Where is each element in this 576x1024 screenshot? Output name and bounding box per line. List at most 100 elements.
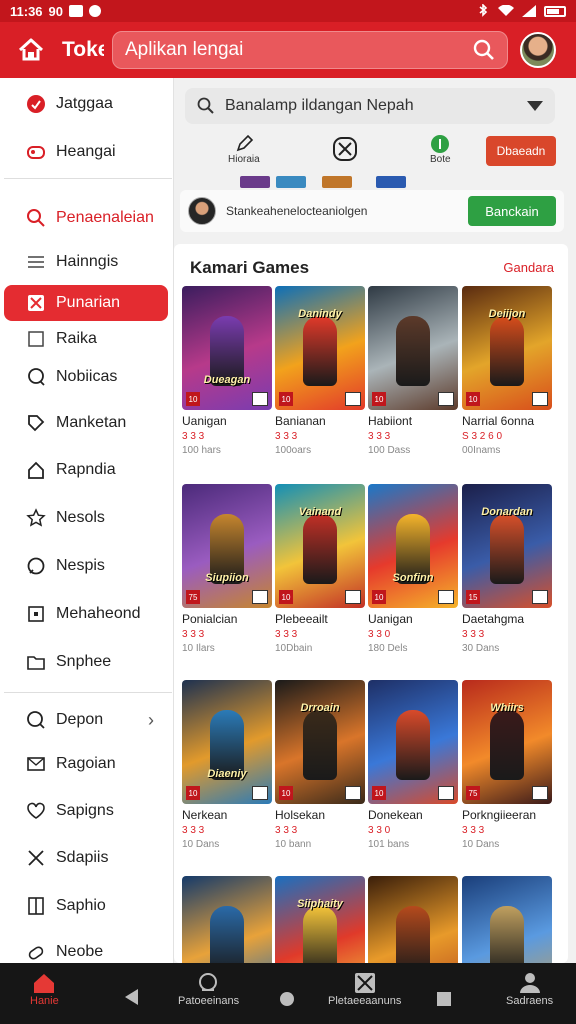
game-card[interactable] [182,876,272,963]
sidebar-item-penaenaleian[interactable]: Penaenaleian [4,200,168,236]
game-name: Narrial 6onna [462,414,535,428]
game-cover-title: Deiijon [488,308,526,320]
notice-button[interactable]: Banckain [468,196,556,226]
sidebar-item-jatggaa[interactable]: Jatggaa [4,86,168,122]
nav-home[interactable]: Hanie [30,971,59,1007]
game-card[interactable]: Danindy 10 Banianan 3 3 3 100oars [275,286,365,456]
sidebar-item-snphee[interactable]: Snphee [4,644,168,680]
game-cover-art: Danindy 10 [275,286,365,410]
home-button[interactable] [14,33,48,67]
main-content: Banalamp ildangan Nepah Hioraia Bote Dba… [174,78,576,963]
games-see-all-link[interactable]: Gandara [503,260,554,275]
game-rating: 3 3 3 [368,431,391,442]
game-rating: S 3 2 6 0 [462,431,503,442]
game-card[interactable]: Sonfinn 10 Uanigan 3 3 0 180 Dels [368,484,458,654]
sidebar-item-label: Snphee [56,653,112,670]
game-rating: 3 3 3 [462,629,485,640]
sidebar-item-sapigns[interactable]: Sapigns [4,793,168,829]
home-icon [18,38,44,61]
sidebar-item-nespis[interactable]: Nespis [4,548,168,584]
puzzle-icon [26,293,46,313]
game-card[interactable]: Vainand 10 Plebeeailt 3 3 3 10Dbain [275,484,365,654]
sidebar-item-heangai[interactable]: Heangai [4,134,168,170]
tool-hioraia[interactable]: Hioraia [228,134,260,165]
nav-profile[interactable]: Sadraens [506,971,553,1007]
game-card[interactable]: Drroain 10 Holsekan 3 3 3 10 bann [275,680,365,850]
game-card[interactable]: Deiijon 10 Narrial 6onna S 3 2 6 0 00Inams [462,286,552,456]
sidebar-item-nobiicas[interactable]: Nobiicas [4,359,168,395]
game-count: 10Dbain [275,643,313,654]
game-rating: 3 3 3 [182,629,205,640]
game-cover-art: 10 [368,286,458,410]
sidebar-item-saphio[interactable]: Saphio [4,888,168,924]
nav-back[interactable] [124,989,140,1005]
game-card[interactable]: Scnan [368,876,458,963]
person-icon [519,973,540,993]
game-character [490,316,524,386]
age-rating-badge: 10 [466,392,480,406]
game-card[interactable]: Diaeniy 10 Nerkean 3 3 3 10 Dans [182,680,272,850]
game-cover-title: Sonfinn [392,572,434,584]
tool-close[interactable] [332,136,358,162]
game-card[interactable] [462,876,552,963]
avatar[interactable] [520,32,556,68]
platform-badge [345,786,361,800]
age-rating-badge: 10 [279,590,293,604]
sidebar-item-label: Rapndia [56,461,116,478]
square-icon [26,329,46,349]
search-icon[interactable] [473,39,495,61]
sidebar-item-manketan[interactable]: Manketan [4,405,168,441]
age-rating-badge: 10 [279,392,293,406]
tag-outline-icon [26,942,46,962]
wifi-icon [498,5,514,16]
close-box-icon [333,137,357,161]
game-card[interactable]: 10 Habiiont 3 3 3 100 Dass [368,286,458,456]
sidebar-item-sdapiis[interactable]: Sdapiis [4,840,168,876]
nav-mail[interactable]: Pletaeeaanuns [328,971,401,1007]
game-cover-art: Whiirs 75 [462,680,552,804]
search-placeholder: Aplikan lengai [125,39,244,60]
game-cover-art: Diaeniy 10 [182,680,272,804]
secondary-search-input[interactable]: Banalamp ildangan Nepah [185,88,555,124]
sidebar-item-label: Manketan [56,414,127,431]
game-cover-art: Siiphaity [275,876,365,963]
notice-text: Stankeahenelocteaniolgen [226,204,368,218]
sidebar-item-hainngis[interactable]: Hainngis [4,244,168,280]
nav-search[interactable]: Patoeeinans [178,971,239,1007]
sidebar-item-ragoian[interactable]: Ragoian [4,746,168,782]
messenger-icon [89,5,102,17]
game-name: Porkngiieeran [462,808,537,822]
recent-icon [437,992,451,1006]
game-count: 101 bans [368,839,410,850]
toolbar: Hioraia Bote Dbaeadn [174,130,576,176]
platform-badge [252,786,268,800]
game-name: Banianan [275,414,326,428]
nav-recent[interactable] [436,991,452,1007]
sidebar-item-mehaheond[interactable]: Mehaheond [4,596,168,632]
platform-badge [252,392,268,406]
tool-bote[interactable]: Bote [430,134,451,165]
game-rating: 3 3 3 [275,431,298,442]
search-icon [197,97,214,114]
game-card[interactable]: Siiphaity [275,876,365,963]
game-cover-title: Dueagan [203,374,251,386]
game-card[interactable]: Siupiion 75 Ponialcian 3 3 3 10 Ilars [182,484,272,654]
sidebar-item-depon[interactable]: Depon › [4,702,168,738]
sidebar-item-raika[interactable]: Raika [4,321,168,357]
action-button[interactable]: Dbaeadn [486,136,556,166]
sidebar-item-rapndia[interactable]: Rapndia [4,452,168,488]
game-cover-title: Drroain [300,702,340,714]
chevron-down-icon[interactable] [527,100,543,112]
sidebar-item-nesols[interactable]: Nesols [4,500,168,536]
game-card[interactable]: 10 Donekean 3 3 0 101 bans [368,680,458,850]
game-card[interactable]: Whiirs 75 Porkngiieeran 3 3 3 10 Dans [462,680,552,850]
nav-home-circle[interactable] [279,991,295,1007]
thumbnail [276,176,306,188]
search-input[interactable]: Aplikan lengai [112,31,508,69]
game-card[interactable]: Donardan 15 Daetahgma 3 3 3 30 Dans [462,484,552,654]
sidebar-item-punarian[interactable]: Punarian [4,285,168,321]
game-cover-title: Vainand [298,506,342,518]
nav-label: Sadraens [506,995,554,1007]
game-card[interactable]: Dueagan 10 Uanigan 3 3 3 100 hars [182,286,272,456]
clock-icon [26,710,46,730]
